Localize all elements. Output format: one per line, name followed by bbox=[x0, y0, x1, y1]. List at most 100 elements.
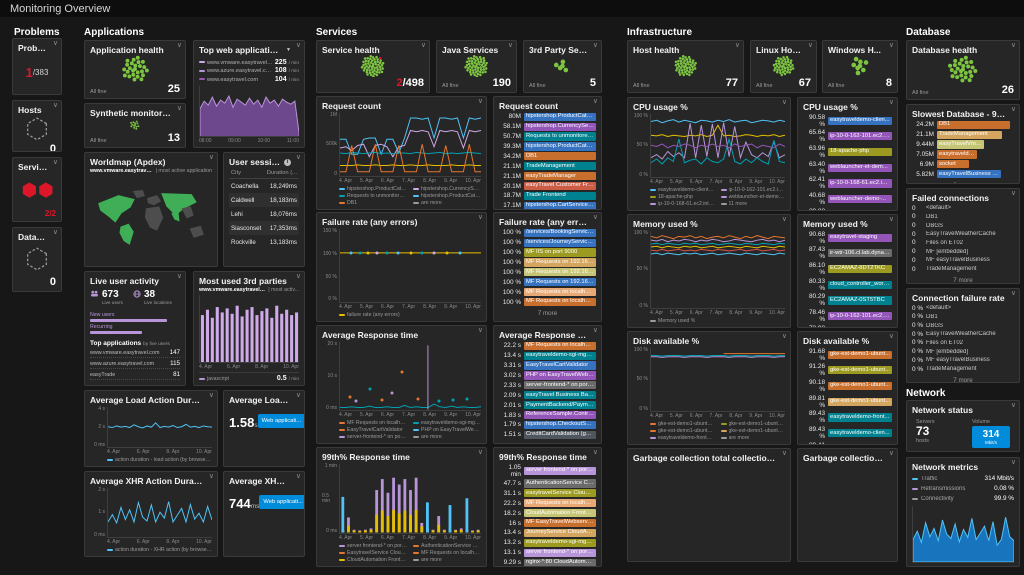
list-item[interactable]: 78.46 %ip-10-0-162-101.ec2.int... bbox=[803, 309, 892, 323]
chevron-down-icon[interactable]: ∨ bbox=[1011, 290, 1016, 298]
list-item[interactable]: 5.82MeasyTravelBusiness CloudAuto... bbox=[912, 170, 1014, 178]
tile-failure-rate-list[interactable]: Failure rate (any errors)100 %/services/… bbox=[493, 212, 602, 322]
chevron-down-icon[interactable]: ∨ bbox=[421, 42, 426, 50]
list-item[interactable]: 13.1 sserver frontend-* on port 80 bbox=[499, 549, 596, 557]
list-item[interactable]: 20.1MeasyTravel Customer Frontend bbox=[499, 182, 596, 190]
chevron-down-icon[interactable]: ∨ bbox=[808, 42, 813, 50]
list-item[interactable]: 89.43 %easytraveldemo-clien... bbox=[803, 426, 892, 440]
table-row[interactable]: Coachella18,249ms bbox=[229, 179, 299, 193]
chevron-down-icon[interactable]: ∨ bbox=[735, 42, 740, 50]
list-item[interactable]: 22.2 sMF Requests on localhost:8081 bbox=[499, 499, 596, 507]
tile-failed-connections[interactable]: Failed connections0<default>0DB10DBGS0Ea… bbox=[906, 188, 1020, 284]
tile-cpu-usage-list[interactable]: CPU usage %90.58 %easytraveldemo-clien..… bbox=[797, 97, 898, 211]
chevron-down-icon[interactable]: ∨ bbox=[593, 214, 598, 222]
tile-average-response-time-list[interactable]: Average Response time22.2 sMF Requests o… bbox=[493, 325, 602, 444]
tile-database-health[interactable]: Database healthAll fine26∨ bbox=[906, 40, 1020, 100]
chevron-down-icon[interactable]: ∨ bbox=[296, 473, 301, 481]
list-item[interactable]: 22.2 sMF Requests on localhost:8081 bbox=[499, 342, 596, 350]
tile-memory-used-list[interactable]: Memory used %90.68 %easytravel-staging87… bbox=[797, 214, 898, 328]
chevron-down-icon[interactable]: ∨ bbox=[177, 105, 182, 113]
list-item[interactable]: 21.1MTradeManagement bbox=[499, 162, 596, 170]
list-item[interactable]: 2.33 sserver-frontend-* on port 80 (gr..… bbox=[499, 381, 596, 389]
tile-average-load-action-duration-chart[interactable]: Average Load Action Duration4 s2 s0 ms4.… bbox=[84, 390, 218, 467]
list-item[interactable]: 89.41 %easytraveldemo-back... bbox=[803, 442, 892, 445]
list-item[interactable]: 2.01 sPaymentBackend/PaymentReg... bbox=[499, 401, 596, 409]
chevron-down-icon[interactable]: ∨ bbox=[53, 229, 58, 237]
tile-average-xhr-action-duration-chart[interactable]: Average XHR Action Duration2 s1 s0 ms4. … bbox=[84, 471, 218, 557]
chevron-down-icon[interactable]: ∨ bbox=[296, 273, 301, 281]
list-item[interactable]: 40.68 %weblauncher-demo-... bbox=[803, 192, 892, 206]
tile-request-count-list[interactable]: Request count80Mhipstershop.ProductCatal… bbox=[493, 96, 602, 210]
chevron-down-icon[interactable]: ∨ bbox=[53, 102, 58, 110]
list-item[interactable]: 9.29 snginx-*:80 CloudAutomation bbox=[499, 559, 596, 567]
chevron-down-icon[interactable]: ∨ bbox=[508, 42, 513, 50]
chevron-down-icon[interactable]: ∨ bbox=[1011, 106, 1016, 114]
chevron-down-icon[interactable]: ∨ bbox=[53, 159, 58, 167]
tile-cpu-usage-chart[interactable]: CPU usage %100 %50 %0 %4. Apr5. Apr6. Ap… bbox=[627, 97, 791, 211]
tile-live-user-activity[interactable]: Live user activity673Live users38Live lo… bbox=[84, 271, 186, 386]
list-item[interactable]: 89.43 %easytraveldemo-front... bbox=[803, 410, 892, 424]
chevron-down-icon[interactable]: ∨ bbox=[889, 450, 894, 458]
list-item[interactable]: 0MF [embedded] bbox=[912, 248, 1014, 255]
list-item[interactable]: 87.43 %ir-wtr-106.cl.lab.dynatr... bbox=[803, 246, 892, 260]
tile-worldmap-apdex[interactable]: Worldmap (Apdex)www.vmware.easytravel.co… bbox=[84, 152, 218, 267]
list-item[interactable]: 65.64 %ip-10-0-162-101.ec2.int... bbox=[803, 129, 892, 143]
list-item[interactable]: 13.2 seasytraveldemo-sgi-mgmt o... bbox=[499, 539, 596, 547]
chevron-down-icon[interactable]: ∨ bbox=[209, 473, 214, 481]
tile-synthetic-monitor-health[interactable]: Synthetic monitor healthAll fine13∨ bbox=[84, 103, 186, 148]
table-row[interactable]: Caldwell18,183ms bbox=[229, 193, 299, 207]
list-item[interactable]: 58.1Mhipstershop.CurrencyService bbox=[499, 123, 596, 131]
list-item[interactable]: 50.7MRequests to unmonitored hosts bbox=[499, 132, 596, 140]
tile-network-metrics[interactable]: Network metricsTraffic314 Mbit/sRetransm… bbox=[906, 457, 1020, 567]
chevron-down-icon[interactable]: ∨ bbox=[296, 42, 301, 50]
chevron-down-icon[interactable]: ∨ bbox=[1011, 402, 1016, 410]
list-item[interactable]: 17.1Mhipstershop.CartService (grpc... bbox=[499, 202, 596, 210]
web-application-button[interactable]: Web applicati... bbox=[258, 414, 305, 428]
list-item[interactable]: 62.41 %ip-10-0-168-61.ec2.int... bbox=[803, 176, 892, 190]
list-item[interactable]: 0 %DB1 bbox=[912, 313, 1014, 320]
chevron-down-icon[interactable]: ∨ bbox=[177, 42, 182, 50]
table-row[interactable]: Lehi18,076ms bbox=[229, 207, 299, 221]
list-item[interactable]: 1.05 minserver frontend-* on port 80... bbox=[499, 464, 596, 478]
list-item[interactable]: 21.1MTradeManagement bbox=[912, 131, 1014, 139]
list-item[interactable]: 80.33 %cloud_controller_work... bbox=[803, 278, 892, 292]
list-item[interactable]: 0<default> bbox=[912, 205, 1014, 212]
chevron-down-icon[interactable]: ∨ bbox=[1011, 459, 1016, 467]
legend-row[interactable]: www.azure.easytravel.com108/ min bbox=[199, 67, 299, 74]
list-item[interactable]: 1.51 sCreditCardValidation (gotocha... bbox=[499, 431, 596, 439]
tile-disk-available-list[interactable]: Disk available %91.68 %gke-est-demo1-ubu… bbox=[797, 331, 898, 445]
tile-average-xhr-action-value[interactable]: Average XHR Ac...744msWeb applicati...∨ bbox=[223, 471, 305, 557]
list-item[interactable]: 3.02 sPHP on EasyTravelWebserver:8... bbox=[499, 371, 596, 379]
chevron-down-icon[interactable]: ∨ bbox=[177, 273, 182, 281]
list-item[interactable]: 100 %MF Requests on 192.168.83.243:70 bbox=[499, 278, 596, 286]
chevron-down-icon[interactable]: ∨ bbox=[1011, 190, 1016, 198]
chevron-down-icon[interactable]: ∨ bbox=[889, 99, 894, 107]
chevron-down-icon[interactable]: ∨ bbox=[889, 216, 894, 224]
tile-request-count-chart[interactable]: Request count1M500k04. Apr5. Apr6. Apr7.… bbox=[316, 96, 487, 210]
tile-application-health[interactable]: Application healthAll fine25∨ bbox=[84, 40, 186, 99]
legend-row[interactable]: www.easytravel.com104/ min bbox=[199, 76, 299, 83]
tile-disk-available-chart[interactable]: Disk available %100 %50 %0 %4. Apr5. Apr… bbox=[627, 331, 791, 445]
volume-badge[interactable]: 314Mbit/s bbox=[972, 426, 1010, 448]
tile-most-used-3rd-parties[interactable]: Most used 3rd partieswww.vmware.easytrav… bbox=[193, 271, 305, 386]
tile-hosts-problems[interactable]: Hosts0∨ bbox=[12, 100, 62, 152]
chevron-down-icon[interactable]: ∨ bbox=[209, 392, 214, 400]
list-item[interactable]: 6.9Msocket bbox=[912, 160, 1014, 168]
chevron-down-icon[interactable]: ∨ bbox=[296, 392, 301, 400]
chevron-down-icon[interactable]: ∨ bbox=[593, 327, 598, 335]
list-item[interactable]: 100 %/services/JourneyService/ on po... bbox=[499, 239, 596, 247]
tile-services-problems[interactable]: Services2/2∨ bbox=[12, 157, 62, 222]
list-item[interactable]: 0DB1 bbox=[912, 213, 1014, 220]
chevron-down-icon[interactable]: ∨ bbox=[782, 216, 787, 224]
list-item[interactable]: 9.44MeasyTravelVmwareBusiness bbox=[912, 140, 1014, 148]
list-item[interactable]: 91.68 %gke-est-demo1-ubunt... bbox=[803, 348, 892, 362]
tile-java-services[interactable]: Java ServicesAll fine190∨ bbox=[436, 40, 517, 93]
list-item[interactable]: 0MF easyTravelBusiness bbox=[912, 257, 1014, 264]
list-item[interactable]: 0 %TradeManagement bbox=[912, 366, 1014, 373]
chevron-down-icon[interactable]: ∨ bbox=[889, 333, 894, 341]
tile-user-sessions-query[interactable]: User sessions qu...iCityDuration (...Coa… bbox=[223, 152, 305, 267]
list-item[interactable]: 100 %MF IIS on port 9000 bbox=[499, 248, 596, 256]
chevron-down-icon[interactable]: ∨ bbox=[593, 98, 598, 106]
tile-service-health[interactable]: Service health2/498∨ bbox=[316, 40, 430, 93]
tile-host-health[interactable]: Host healthAll fine77∨ bbox=[627, 40, 744, 93]
